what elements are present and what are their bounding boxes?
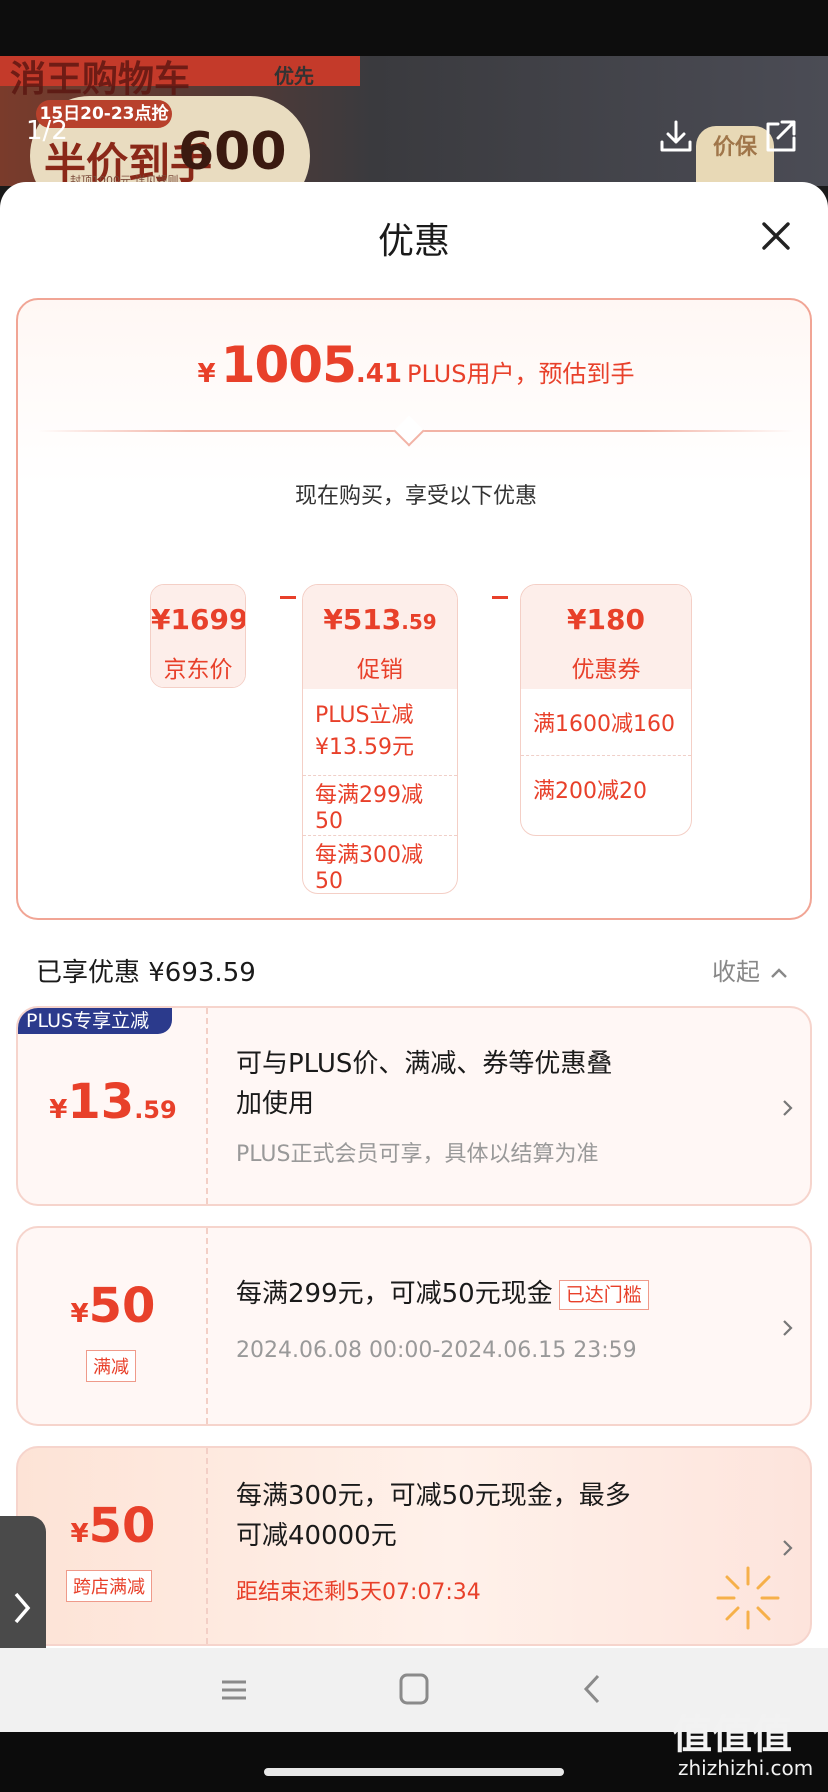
- jd-price-amount: 1699: [170, 603, 246, 636]
- plus-exclusive-badge: PLUS专享立减: [18, 1008, 172, 1034]
- coupon-amount-integer: 50: [88, 1498, 156, 1554]
- coupon-amount-integer: 50: [88, 1278, 156, 1334]
- estimated-price: ¥ 1005.41 PLUS用户，预估到手: [18, 336, 814, 394]
- share-icon[interactable]: [760, 116, 800, 156]
- coupon-label: 优惠券: [571, 657, 641, 683]
- coupon-amount: 180: [586, 603, 645, 636]
- collapse-button[interactable]: 收起: [712, 952, 788, 987]
- chevron-right-icon: [778, 1538, 798, 1558]
- promotion-label: 促销: [357, 657, 403, 683]
- promo-number: 600: [178, 122, 287, 182]
- minus-sign: [280, 596, 296, 599]
- jd-price-label: 京东价: [163, 657, 233, 683]
- watermark-site: zhizhizhi.com: [678, 1756, 814, 1780]
- home-indicator[interactable]: [264, 1768, 564, 1776]
- coupon-amount-integer: 13: [67, 1074, 135, 1130]
- saved-total: 已享优惠 ¥693.59: [36, 958, 256, 988]
- currency-symbol: ¥: [323, 603, 343, 636]
- coupon-amount: ¥50: [18, 1278, 208, 1334]
- estimated-price-decimal: .41: [355, 359, 402, 389]
- coupon-amount-decimal: .59: [134, 1096, 177, 1124]
- threshold-met-badge: 已达门槛: [558, 1279, 649, 1310]
- coupon-type-tag: 满减: [86, 1350, 136, 1382]
- minus-sign: [492, 596, 508, 599]
- jd-price-box: ¥1699 京东价: [150, 584, 246, 688]
- currency-symbol: ¥: [70, 1299, 89, 1329]
- coupon-card-crossstore[interactable]: ¥50 跨店满减 每满300元，可减50元现金，最多 可减40000元 距结束还…: [16, 1446, 812, 1646]
- coupon-card-fullreduction[interactable]: ¥50 满减 每满299元，可减50元现金 已达门槛 2024.06.08 00:…: [16, 1226, 812, 1426]
- promo-amount-decimal: .59: [401, 610, 437, 634]
- coupon-title: 每满299元，可减50元现金: [236, 1279, 553, 1309]
- coupon-type-tag: 跨店满减: [66, 1570, 152, 1602]
- promo-item-plus: PLUS立减 ¥13.59元: [315, 703, 414, 760]
- download-icon[interactable]: [656, 116, 696, 156]
- coupon-amount: ¥50: [18, 1498, 208, 1554]
- product-image-background: 消王购物车 优先 15日20-23点抢 半价到手 600 封顶1000元 详见规…: [0, 56, 828, 186]
- coupon-item-200: 满200减20: [521, 755, 691, 821]
- estimated-price-caption: PLUS用户，预估到手: [407, 360, 635, 388]
- chevron-right-icon: [778, 1318, 798, 1338]
- back-icon[interactable]: [580, 1672, 604, 1706]
- close-icon[interactable]: [756, 216, 796, 256]
- coupon-countdown: 距结束还剩5天07:07:34: [236, 1580, 481, 1605]
- firework-decoration-icon: [708, 1558, 788, 1642]
- sheet-title: 优惠: [377, 221, 450, 262]
- image-counter: 1/2: [26, 116, 68, 146]
- chevron-right-icon: [778, 1098, 798, 1118]
- coupon-box: ¥180 优惠券 满1600减160 满200减20: [520, 584, 692, 836]
- coupon-card-plus[interactable]: PLUS专享立减 ¥13.59 可与PLUS价、满减、券等优惠叠 加使用 PLU…: [16, 1006, 812, 1206]
- currency-symbol: ¥: [567, 603, 587, 636]
- estimated-price-integer: 1005: [220, 336, 357, 394]
- coupon-description: 每满299元，可减50元现金 已达门槛: [236, 1274, 649, 1314]
- currency-symbol: ¥: [197, 359, 216, 389]
- home-square-icon[interactable]: [398, 1672, 430, 1706]
- coupon-description: 每满300元，可减50元现金，最多 可减40000元: [236, 1481, 631, 1551]
- coupon-validity: 2024.06.08 00:00-2024.06.15 23:59: [236, 1338, 637, 1363]
- price-calculation-card: ¥ 1005.41 PLUS用户，预估到手 现在购买，享受以下优惠 ¥1699 …: [16, 298, 812, 920]
- discount-sheet: 优惠 ¥ 1005.41 PLUS用户，预估到手 现在购买，享受以下优惠 ¥16…: [0, 182, 828, 1792]
- status-bar: [0, 0, 828, 56]
- currency-symbol: ¥: [70, 1519, 89, 1549]
- buy-now-caption: 现在购买，享受以下优惠: [294, 484, 537, 509]
- collapse-label: 收起: [712, 958, 760, 986]
- promo-item-300: 每满300减50: [303, 835, 457, 893]
- currency-symbol: ¥: [151, 603, 171, 636]
- promotion-box: ¥513.59 促销 PLUS立减 ¥13.59元 每满299减50 每满300…: [302, 584, 458, 894]
- divider-notch: [393, 415, 425, 447]
- coupon-item-1600: 满1600减160: [533, 712, 675, 737]
- menu-icon[interactable]: [218, 1674, 250, 1706]
- chevron-up-icon: [770, 968, 787, 978]
- coupon-description: 可与PLUS价、满减、券等优惠叠 加使用: [236, 1049, 613, 1119]
- coupon-amount: ¥13.59: [18, 1074, 208, 1130]
- banner-badge: 优先: [274, 64, 314, 88]
- promo-item-299: 每满299减50: [303, 775, 457, 835]
- promo-amount-integer: 513: [342, 603, 402, 636]
- currency-symbol: ¥: [49, 1095, 68, 1125]
- coupon-note: PLUS正式会员可享，具体以结算为准: [236, 1142, 599, 1167]
- watermark-brand: 值值值: [672, 1712, 792, 1758]
